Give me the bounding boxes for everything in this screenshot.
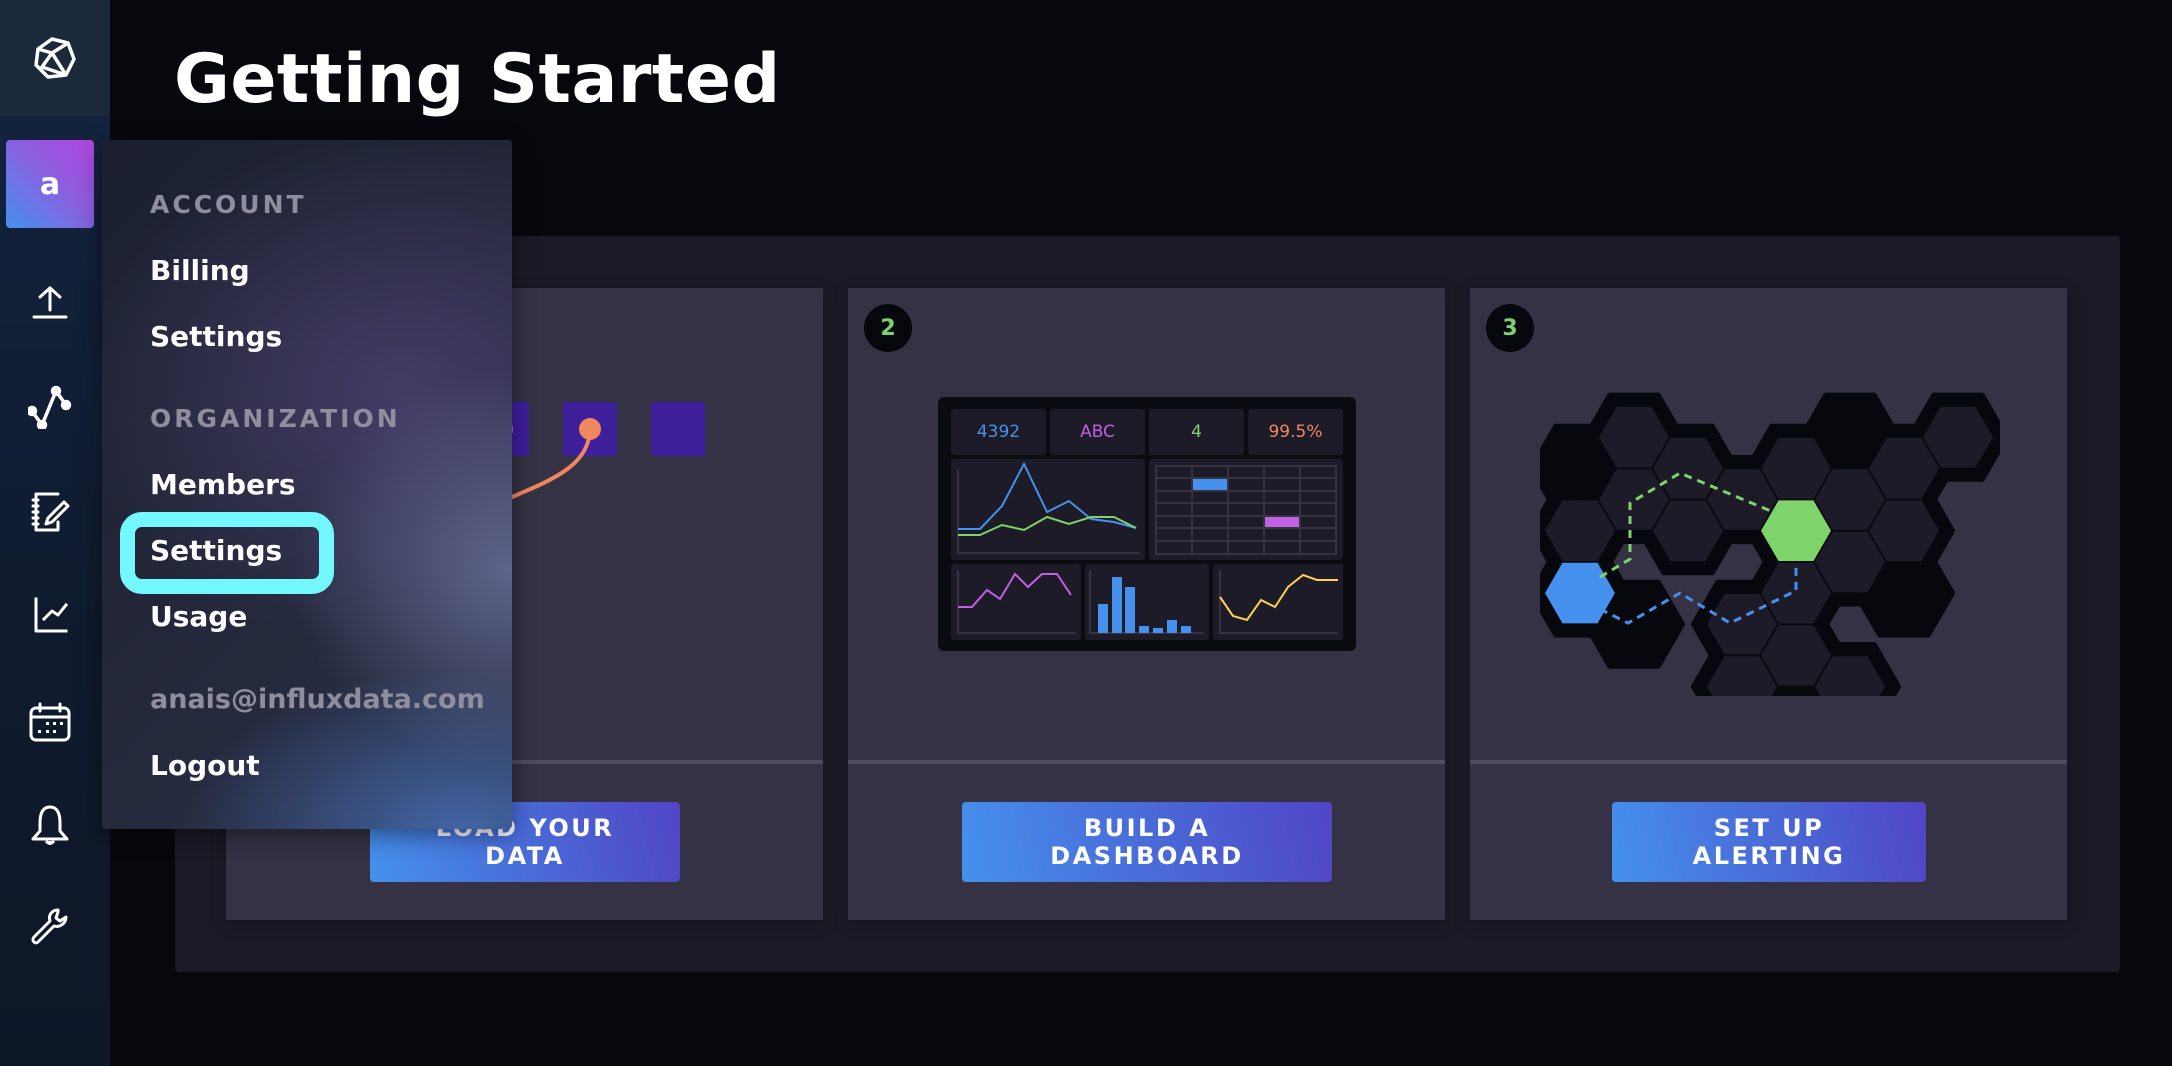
- account-heading: ACCOUNT: [150, 190, 307, 219]
- hex-alert-illustration: [1540, 392, 2000, 696]
- step-badge: 2: [864, 304, 912, 352]
- bell-icon: [31, 805, 69, 845]
- dashboard-chart-icon: [34, 597, 69, 633]
- nav-settings[interactable]: [25, 903, 75, 953]
- data-explorer-icon: [28, 385, 72, 429]
- bar: [1112, 577, 1122, 633]
- notebook-icon: [31, 492, 70, 532]
- nav-tasks[interactable]: [25, 697, 75, 747]
- source-square: [651, 402, 705, 456]
- menu-item-billing[interactable]: Billing: [150, 254, 250, 287]
- table-highlight-purple: [1265, 517, 1299, 527]
- menu-item-usage[interactable]: Usage: [150, 600, 247, 633]
- build-a-dashboard-button[interactable]: BUILD A DASHBOARD: [962, 802, 1332, 882]
- menu-item-account-settings[interactable]: Settings: [150, 320, 282, 353]
- user-avatar-button[interactable]: a: [6, 140, 94, 228]
- nav-dashboards[interactable]: [25, 590, 75, 640]
- calendar-icon: [29, 702, 71, 742]
- bar: [1098, 604, 1108, 633]
- set-up-alerting-button[interactable]: SET UP ALERTING: [1612, 802, 1926, 882]
- bar: [1153, 628, 1163, 633]
- bar: [1181, 626, 1191, 633]
- bar: [1167, 620, 1177, 633]
- dashboard-illustration: 4392 ABC 4 99.5%: [938, 397, 1356, 651]
- bar: [1139, 626, 1149, 633]
- table-highlight-blue: [1193, 479, 1227, 490]
- organization-heading: ORGANIZATION: [150, 404, 401, 433]
- logo-button[interactable]: [0, 0, 110, 116]
- card-divider: [848, 760, 1445, 764]
- user-email: anais@influxdata.com: [150, 684, 485, 715]
- wrench-icon: [31, 908, 68, 945]
- step-badge: 3: [1486, 304, 1534, 352]
- card-divider: [1470, 760, 2067, 764]
- page-title: Getting Started: [174, 40, 781, 119]
- bar: [1125, 587, 1135, 633]
- nav-load-data[interactable]: [25, 277, 75, 327]
- nav-notebooks[interactable]: [25, 487, 75, 537]
- source-dot-orange: [579, 418, 601, 440]
- nav-data-explorer[interactable]: [25, 382, 75, 432]
- nav-alerts[interactable]: [25, 800, 75, 850]
- menu-item-org-settings[interactable]: Settings: [150, 534, 282, 567]
- menu-item-logout[interactable]: Logout: [150, 749, 260, 782]
- card-build-dashboard: 2 4392 ABC 4 99.5% BUILD A DASHBOARD: [848, 288, 1445, 920]
- avatar-letter: a: [39, 166, 61, 202]
- menu-item-members[interactable]: Members: [150, 468, 296, 501]
- user-menu-dropdown: ACCOUNT Billing Settings ORGANIZATION Me…: [102, 140, 512, 829]
- influx-logo-icon: [34, 37, 76, 79]
- card-set-up-alerting: 3 SET UP ALERTING: [1470, 288, 2067, 920]
- upload-icon: [32, 286, 68, 319]
- sidebar: a: [0, 0, 110, 1066]
